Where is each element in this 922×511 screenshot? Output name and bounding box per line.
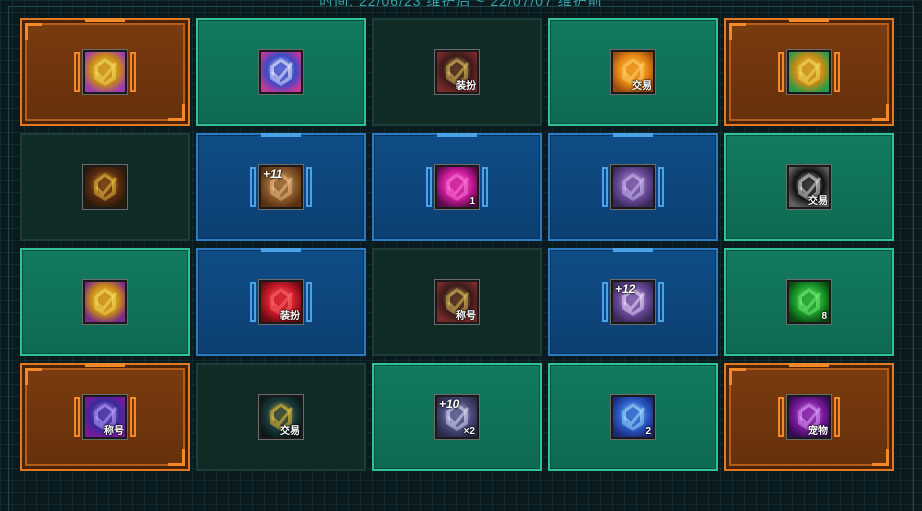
item-tag-label: 称号 [104, 426, 124, 437]
reward-slot[interactable] [196, 18, 366, 126]
item-tag-label: 交易 [632, 81, 652, 92]
reward-slot[interactable]: +12 [548, 248, 718, 356]
reward-slot[interactable]: 交易 [548, 18, 718, 126]
enhance-level-label: +12 [615, 282, 636, 296]
trade-arrow-icon[interactable]: 交易 [786, 164, 832, 210]
item-tag-label: 装扮 [456, 81, 476, 92]
event-period-text: 时间: 22/06/23 维护后 ~ 22/07/07 维护前 [319, 0, 603, 9]
slot-bracket-left [74, 397, 80, 437]
enhance-box-icon[interactable]: +11 [258, 164, 304, 210]
slot-top-tab [613, 248, 653, 252]
slot-top-tab [85, 18, 125, 22]
slot-bracket-right [482, 167, 488, 207]
slot-top-tab [437, 133, 477, 137]
item-count-label: 1 [469, 196, 475, 207]
reward-slot[interactable] [20, 18, 190, 126]
slot-bracket-left [778, 52, 784, 92]
reward-slot[interactable] [20, 248, 190, 356]
golden-egg-icon[interactable] [786, 49, 832, 95]
slot-bracket-right [658, 167, 664, 207]
reward-slot[interactable]: 交易 [724, 133, 894, 241]
item-tag-label: 交易 [280, 426, 300, 437]
purple-cube-icon[interactable] [610, 164, 656, 210]
enhance-level-label: +11 [263, 167, 283, 181]
green-outfit-icon[interactable]: 8 [786, 279, 832, 325]
golden-egg-icon-art [85, 282, 125, 322]
slot-top-tab [613, 133, 653, 137]
item-count-label: ×2 [463, 426, 475, 437]
reward-slot[interactable] [20, 133, 190, 241]
reward-slot[interactable]: 1 [372, 133, 542, 241]
golden-egg-icon-art [789, 52, 829, 92]
slot-bracket-right [834, 397, 840, 437]
slot-bracket-right [834, 52, 840, 92]
item-tag-label: 交易 [808, 196, 828, 207]
reward-slot[interactable]: +11 [196, 133, 366, 241]
slot-bracket-left [250, 167, 256, 207]
item-count-label: 2 [645, 426, 651, 437]
golden-egg-icon[interactable] [82, 49, 128, 95]
event-period-header: 时间: 22/06/23 维护后 ~ 22/07/07 维护前 [0, 0, 922, 14]
corner-ornament [25, 23, 42, 40]
slot-bracket-left [250, 282, 256, 322]
crystal-sword-icon[interactable] [258, 49, 304, 95]
purple-cube-icon-art [613, 167, 653, 207]
reward-slot[interactable]: 装扮 [196, 248, 366, 356]
corner-ornament [25, 368, 42, 385]
reward-slot[interactable]: 2 [548, 363, 718, 471]
slot-bracket-right [130, 52, 136, 92]
slot-bracket-left [602, 167, 608, 207]
blue-chest-icon[interactable]: 2 [610, 394, 656, 440]
slot-bracket-right [658, 282, 664, 322]
title-ticket-icon[interactable]: 称号 [434, 279, 480, 325]
checkmark-ticket-icon[interactable] [82, 164, 128, 210]
reward-slot[interactable]: 装扮 [372, 18, 542, 126]
slot-bracket-right [306, 167, 312, 207]
reward-slot[interactable]: 称号 [372, 248, 542, 356]
reward-slot[interactable]: +10 ×2 [372, 363, 542, 471]
enhance-level-label: +10 [439, 397, 460, 411]
reward-slot[interactable]: 交易 [196, 363, 366, 471]
slot-top-tab [261, 133, 301, 137]
item-tag-label: 宠物 [808, 426, 828, 437]
slot-bracket-left [778, 397, 784, 437]
corner-ornament [168, 104, 185, 121]
slot-bracket-left [602, 282, 608, 322]
slot-bracket-left [426, 167, 432, 207]
title-orb-icon[interactable]: 称号 [82, 394, 128, 440]
trade-ticket-icon[interactable]: 交易 [258, 394, 304, 440]
corner-ornament [872, 104, 889, 121]
golden-egg-icon-art [85, 52, 125, 92]
gold-box-icon[interactable]: 交易 [610, 49, 656, 95]
reward-slot[interactable] [724, 18, 894, 126]
crystal-sword-icon-art [261, 52, 301, 92]
slot-bracket-right [306, 282, 312, 322]
reward-slot[interactable]: 8 [724, 248, 894, 356]
slot-top-tab [261, 248, 301, 252]
golden-egg-icon[interactable] [82, 279, 128, 325]
red-box-icon[interactable]: 装扮 [258, 279, 304, 325]
corner-ornament [168, 449, 185, 466]
item-tag-label: 装扮 [280, 311, 300, 322]
appearance-ticket-icon[interactable]: 装扮 [434, 49, 480, 95]
slot-top-tab [85, 363, 125, 367]
corner-ornament [729, 23, 746, 40]
enhance-box-icon[interactable]: +12 [610, 279, 656, 325]
reward-slot[interactable]: 称号 [20, 363, 190, 471]
item-count-label: 8 [821, 311, 827, 322]
slot-bracket-left [74, 52, 80, 92]
enhance-box-icon[interactable]: +10 ×2 [434, 394, 480, 440]
item-tag-label: 称号 [456, 311, 476, 322]
slot-bracket-right [130, 397, 136, 437]
checkmark-ticket-icon-art [85, 167, 125, 207]
pink-outfit-icon[interactable]: 1 [434, 164, 480, 210]
reward-grid: 装扮 交易 +11 1 交易 装扮 称号 +12 8 称号 交易 +10 ×2 … [20, 18, 894, 471]
corner-ornament [729, 368, 746, 385]
slot-top-tab [789, 18, 829, 22]
pet-orb-icon[interactable]: 宠物 [786, 394, 832, 440]
reward-slot[interactable] [548, 133, 718, 241]
corner-ornament [872, 449, 889, 466]
reward-slot[interactable]: 宠物 [724, 363, 894, 471]
slot-top-tab [789, 363, 829, 367]
